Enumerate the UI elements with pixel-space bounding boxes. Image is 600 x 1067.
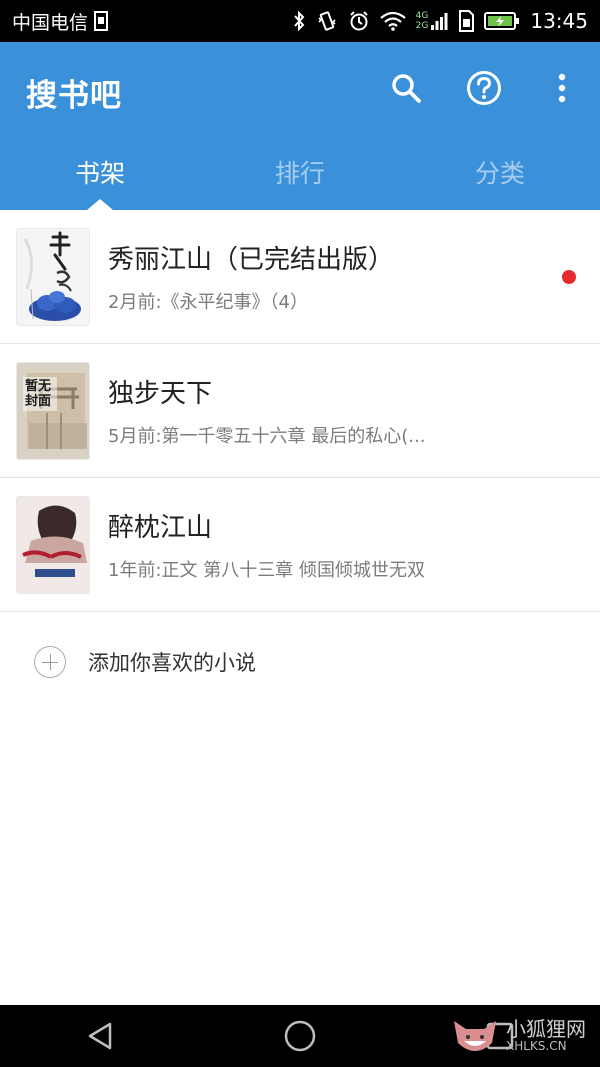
tab-label: 书架 bbox=[74, 159, 125, 188]
carrier-label: 中国电信 bbox=[12, 11, 89, 34]
tab-ranking[interactable]: 排行 bbox=[200, 140, 400, 210]
more-options-button[interactable] bbox=[542, 66, 582, 110]
status-bar: 中国电信 4G 2G 13:45 bbox=[0, 0, 600, 42]
add-book-label: 添加你喜欢的小说 bbox=[88, 651, 256, 675]
search-button[interactable] bbox=[386, 66, 426, 110]
back-triangle-icon bbox=[88, 1022, 112, 1050]
add-circle-icon bbox=[34, 646, 66, 678]
sim-icon bbox=[94, 11, 109, 31]
vibrate-icon bbox=[316, 10, 338, 32]
home-circle-icon bbox=[284, 1020, 316, 1052]
tab-category[interactable]: 分类 bbox=[400, 140, 600, 210]
book-title: 醉枕江山 bbox=[108, 513, 213, 543]
book-cover bbox=[16, 227, 90, 326]
unread-indicator bbox=[562, 270, 576, 284]
latest-chapter: 2月前:《永平纪事》（4） bbox=[108, 292, 308, 313]
more-vert-icon bbox=[558, 73, 566, 103]
active-tab-indicator bbox=[87, 199, 113, 210]
alarm-icon bbox=[348, 10, 370, 32]
tab-label: 排行 bbox=[274, 159, 325, 188]
bluetooth-icon bbox=[292, 10, 306, 32]
book-item[interactable]: 秀丽江山（已完结出版） 2月前:《永平纪事》（4） bbox=[0, 210, 600, 344]
watermark-text: 小狐狸网 bbox=[506, 1017, 586, 1041]
book-title: 秀丽江山（已完结出版） bbox=[108, 245, 395, 275]
wifi-icon bbox=[379, 11, 406, 31]
no-cover-label: 暂无封面 bbox=[23, 376, 57, 411]
back-button[interactable] bbox=[70, 1011, 130, 1061]
help-button[interactable] bbox=[464, 66, 504, 110]
battery-charging-icon bbox=[484, 11, 520, 31]
book-title: 独步天下 bbox=[108, 379, 213, 409]
latest-chapter: 5月前:第一千零五十六章 最后的私心(... bbox=[108, 426, 426, 447]
fox-logo-icon bbox=[454, 1021, 496, 1051]
clock: 13:45 bbox=[530, 9, 588, 33]
book-item[interactable]: 暂无封面 独步天下 5月前:第一千零五十六章 最后的私心(... bbox=[0, 344, 600, 478]
app-actions bbox=[386, 66, 582, 110]
bookshelf-list: 秀丽江山（已完结出版） 2月前:《永平纪事》（4） 暂无封面 独步天下 5月前:… bbox=[0, 210, 600, 712]
tab-label: 分类 bbox=[474, 159, 525, 188]
app-title: 搜书吧 bbox=[26, 78, 122, 114]
watermark: 小狐狸网 XHLKS.CN bbox=[450, 1015, 586, 1057]
add-book-button[interactable]: 添加你喜欢的小说 bbox=[0, 612, 600, 712]
cellular-signal-icon: 4G 2G bbox=[416, 11, 449, 31]
latest-chapter: 1年前:正文 第八十三章 倾国倾城世无双 bbox=[108, 560, 425, 581]
book-cover bbox=[16, 495, 90, 594]
book-cover: 暂无封面 bbox=[16, 361, 90, 460]
app-bar: 搜书吧 书架 排行 分类 bbox=[0, 42, 600, 210]
tab-bar: 书架 排行 分类 bbox=[0, 140, 600, 210]
sim-card-icon bbox=[458, 10, 475, 32]
tab-bookshelf[interactable]: 书架 bbox=[0, 140, 200, 210]
search-icon bbox=[392, 74, 421, 103]
network-type-label: 4G 2G bbox=[415, 11, 429, 31]
book-item[interactable]: 醉枕江山 1年前:正文 第八十三章 倾国倾城世无双 bbox=[0, 478, 600, 612]
home-button[interactable] bbox=[270, 1011, 330, 1061]
watermark-url: XHLKS.CN bbox=[506, 1039, 567, 1053]
help-icon bbox=[467, 71, 501, 105]
